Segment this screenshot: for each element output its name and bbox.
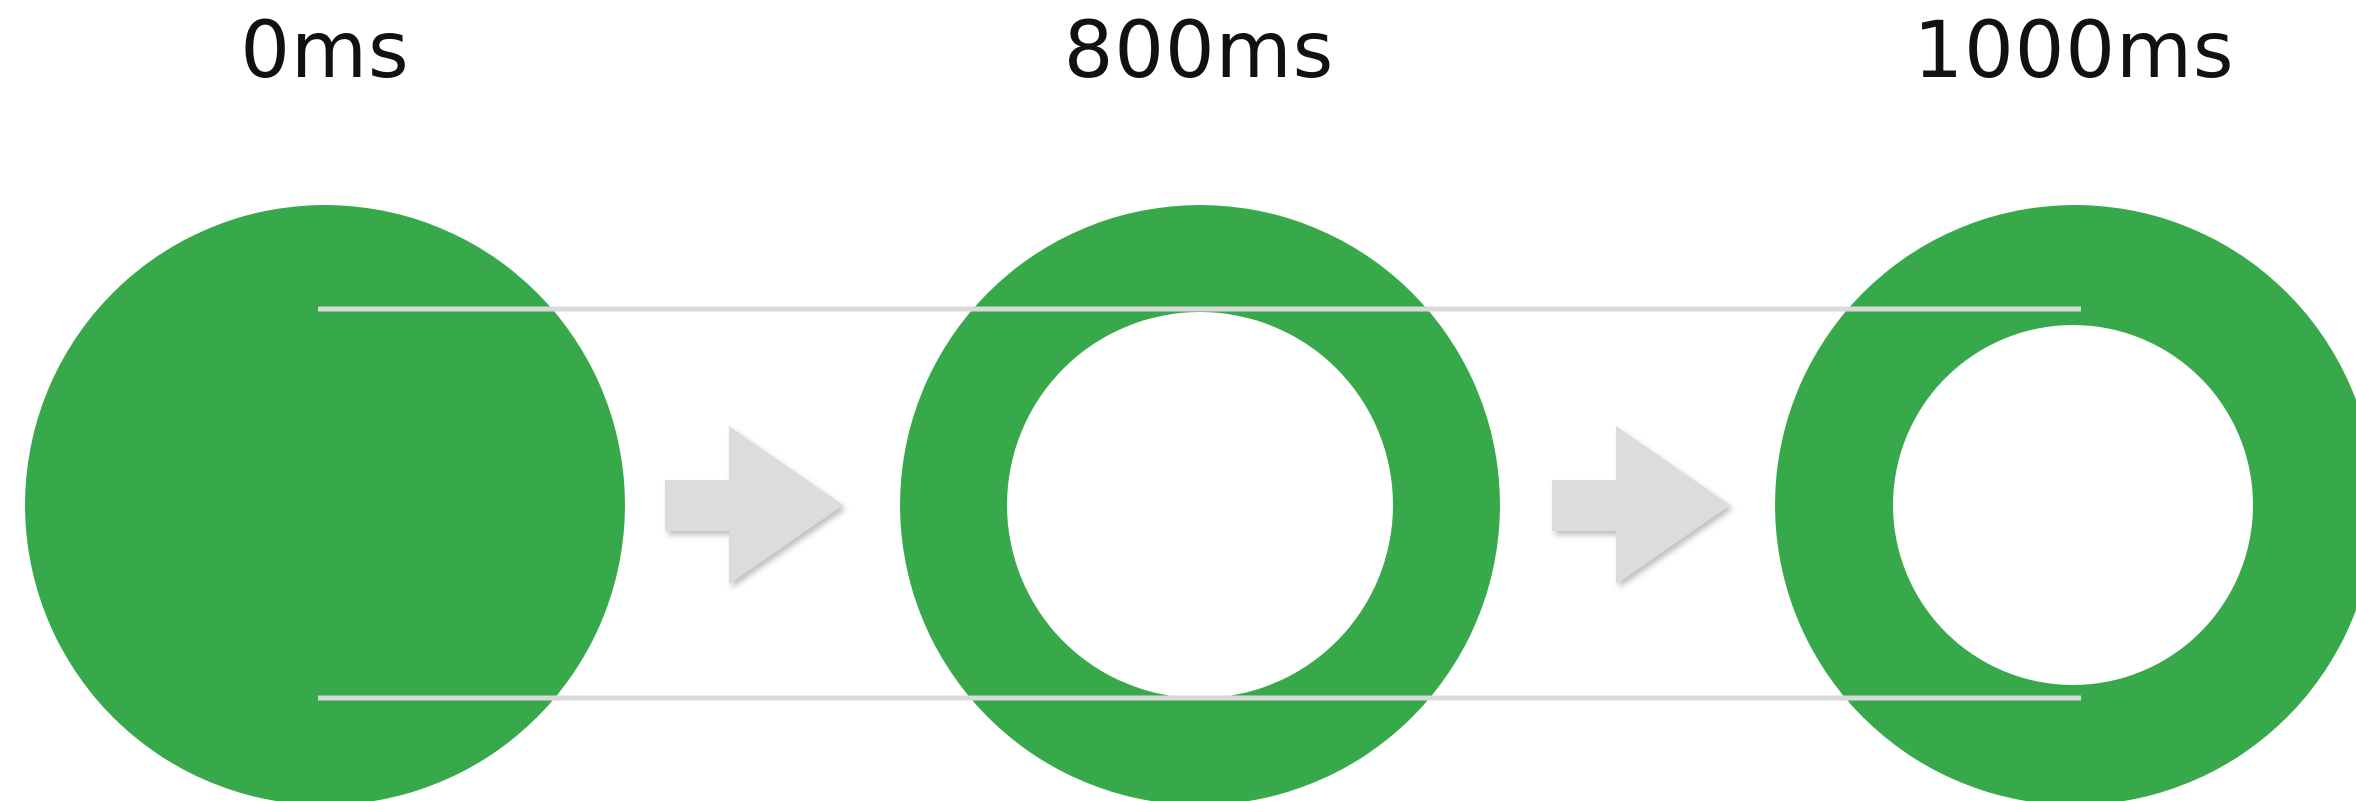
solid-circle-0ms	[25, 205, 625, 801]
diagram-canvas	[25, 205, 2356, 801]
animation-diagram: 0ms 800ms 1000ms	[0, 0, 2356, 801]
arrow-right-icon	[665, 426, 843, 584]
ring-hole-800ms	[1007, 312, 1393, 698]
arrow-right-icon	[1552, 426, 1730, 584]
ring-hole-1000ms	[1893, 325, 2253, 685]
